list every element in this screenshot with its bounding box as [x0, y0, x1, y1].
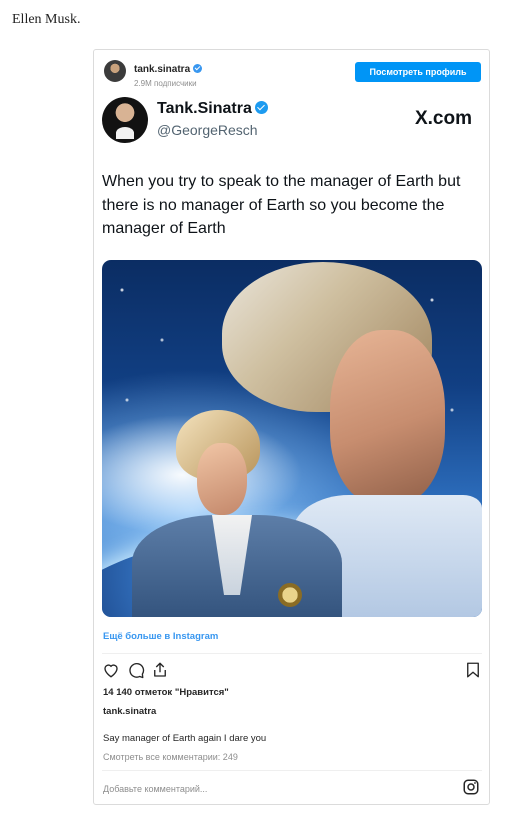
image-small-face	[197, 443, 247, 515]
add-comment-field[interactable]: Добавьте комментарий...	[103, 784, 207, 794]
post-caption: Say manager of Earth again I dare you	[103, 733, 267, 744]
heart-icon[interactable]	[102, 661, 120, 679]
view-all-comments-link[interactable]: Смотреть все комментарии: 249	[103, 752, 238, 762]
bookmark-icon[interactable]	[464, 661, 482, 679]
comment-icon[interactable]	[127, 661, 145, 679]
embed-user-info: tank.sinatra 2.9M подписчики	[134, 59, 203, 88]
divider	[102, 770, 482, 771]
like-count[interactable]: 14 140 отметок "Нравится"	[103, 687, 229, 698]
page-heading: Ellen Musk.	[12, 12, 81, 27]
tweet-text: When you try to speak to the manager of …	[102, 173, 461, 237]
verified-badge-icon	[254, 101, 268, 114]
tweet-author-name: Tank.Sinatra	[157, 100, 268, 118]
divider	[102, 653, 482, 654]
verified-icon	[193, 64, 203, 73]
instagram-embed: tank.sinatra 2.9M подписчики Посмотреть …	[93, 49, 490, 805]
profile-avatar[interactable]	[104, 60, 126, 82]
image-badge	[278, 583, 302, 607]
image-large-face	[330, 330, 445, 505]
xcom-logo: X.com	[414, 108, 472, 129]
instagram-icon[interactable]	[462, 778, 480, 796]
caption-username[interactable]: tank.sinatra	[103, 706, 156, 717]
username-link[interactable]: tank.sinatra	[134, 64, 190, 75]
view-profile-button[interactable]: Посмотреть профиль	[355, 62, 481, 82]
more-on-instagram-link[interactable]: Ещё больше в Instagram	[103, 631, 218, 642]
embed-header: tank.sinatra 2.9M подписчики Посмотреть …	[94, 50, 489, 94]
tweet-author-name-text: Tank.Sinatra	[157, 100, 252, 117]
tweet-avatar	[102, 97, 148, 143]
share-icon[interactable]	[151, 661, 169, 679]
post-image[interactable]	[102, 260, 482, 617]
tweet-author-handle: @GeorgeResch	[157, 122, 258, 138]
follower-count: 2.9M подписчики	[134, 79, 197, 88]
